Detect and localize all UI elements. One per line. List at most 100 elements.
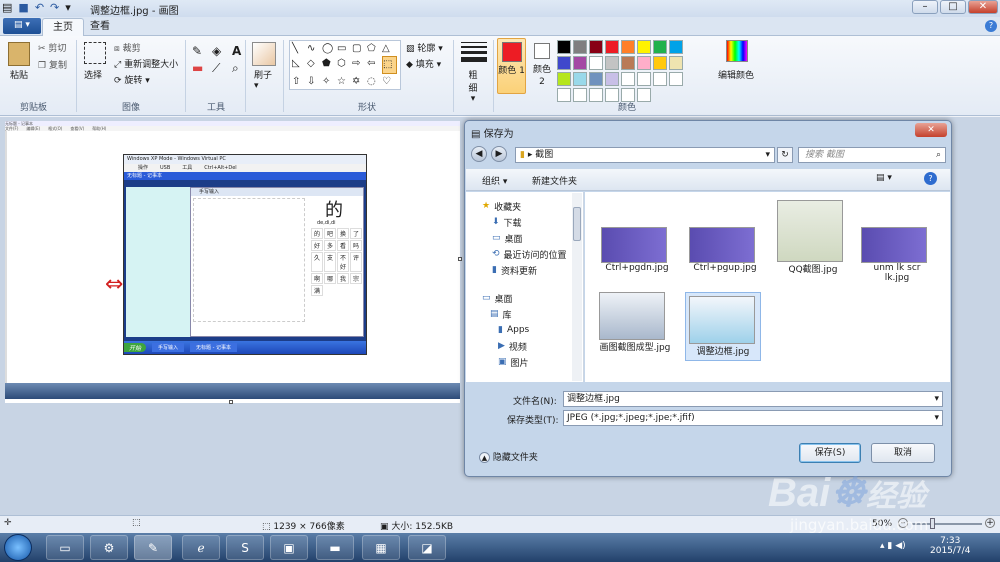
triangle-shape-icon[interactable]: △ xyxy=(382,41,397,56)
palette-swatch[interactable] xyxy=(653,56,667,70)
candidate-char[interactable]: 久 xyxy=(311,252,323,272)
copy-button[interactable]: ❐ 复制 xyxy=(38,58,67,71)
palette-swatch[interactable] xyxy=(621,56,635,70)
nav-item[interactable]: ⟲ 最近访问的位置 xyxy=(492,246,583,262)
app-icon[interactable]: ▤ xyxy=(2,1,12,14)
nav-item[interactable]: ▮ Apps xyxy=(498,322,583,338)
handwriting-pad[interactable] xyxy=(193,198,305,322)
save-button[interactable]: 保存(S) xyxy=(799,443,861,463)
file-item[interactable]: unm lk scr lk.jpg xyxy=(861,227,933,283)
brush-button[interactable]: 刷子 ▾ xyxy=(254,68,272,91)
star4-shape-icon[interactable]: ✧ xyxy=(322,74,337,89)
fill-button[interactable]: ◆ 填充 ▾ xyxy=(406,57,441,70)
nav-item[interactable]: ▣ 图片 xyxy=(498,354,583,370)
hexagon-shape-icon[interactable]: ⬡ xyxy=(337,56,352,73)
ie-icon[interactable]: ℯ xyxy=(182,535,220,560)
refresh-button[interactable]: ↻ xyxy=(777,147,793,163)
address-bar[interactable]: ▮ ▸ 截图 ▾ xyxy=(515,147,775,163)
forward-button[interactable]: ▶ xyxy=(491,146,507,162)
chevron-down-icon[interactable]: ▾ xyxy=(765,148,774,162)
pentagon-shape-icon[interactable]: ⬟ xyxy=(322,56,337,73)
text-icon[interactable]: A xyxy=(232,44,249,58)
arrow-down-shape-icon[interactable]: ⇩ xyxy=(307,74,322,89)
eraser-icon[interactable]: ▬ xyxy=(192,61,209,76)
paste-icon[interactable] xyxy=(8,42,30,66)
palette-swatch[interactable] xyxy=(605,88,619,102)
palette-swatch[interactable] xyxy=(637,72,651,86)
diamond-shape-icon[interactable]: ◇ xyxy=(307,56,322,73)
size-icon[interactable] xyxy=(461,42,487,62)
nav-item[interactable]: ▤ 库 xyxy=(490,306,583,322)
cut-button[interactable]: ✂ 剪切 xyxy=(38,41,66,54)
chevron-down-icon[interactable]: ▾ xyxy=(934,392,942,406)
canvas-resize-handle[interactable] xyxy=(229,400,233,404)
nav-item[interactable]: ⬇ 下载 xyxy=(492,214,583,230)
save-icon[interactable]: ■ xyxy=(18,1,28,14)
palette-swatch[interactable] xyxy=(605,40,619,54)
crop-button[interactable]: ⧈ 裁剪 xyxy=(114,41,141,54)
candidate-char[interactable]: 满 xyxy=(311,285,323,296)
candidate-char[interactable]: 不好 xyxy=(337,252,349,272)
canvas-resize-handle[interactable] xyxy=(458,257,462,261)
color1-button[interactable]: 颜色 1 xyxy=(497,38,526,94)
minimize-button[interactable]: – xyxy=(912,0,938,14)
palette-swatch[interactable] xyxy=(557,72,571,86)
magnifier-icon[interactable]: ⌕ xyxy=(232,61,249,76)
palette-swatch[interactable] xyxy=(605,56,619,70)
filename-input[interactable]: 调整边框.jpg ▾ xyxy=(563,391,943,407)
back-button[interactable]: ◀ xyxy=(471,146,487,162)
tab-home[interactable]: 主页 xyxy=(42,18,84,36)
edit-colors-button[interactable]: 编辑颜色 xyxy=(718,68,754,81)
search-input[interactable]: 搜索 截图 ⌕ xyxy=(798,147,946,163)
clock[interactable]: 7:33 2015/7/4 xyxy=(930,536,970,556)
shapes-gallery[interactable]: ╲ ∿ ◯ ▭ ▢ ⬠ △ ◺ ◇ ⬟ ⬡ ⇨ ⇦ ⬚ ⇧ ⇩ ✧ ☆ ✡ ◌ ♡ xyxy=(289,40,401,90)
oval-shape-icon[interactable]: ◯ xyxy=(322,41,337,56)
arrow-up-shape-icon[interactable]: ⇧ xyxy=(292,74,307,89)
palette-swatch[interactable] xyxy=(637,88,651,102)
line-shape-icon[interactable]: ╲ xyxy=(292,41,307,56)
palette-swatch[interactable] xyxy=(637,56,651,70)
explorer-icon[interactable]: ▭ xyxy=(46,535,84,560)
cancel-button[interactable]: 取消 xyxy=(871,443,935,463)
palette-swatch[interactable] xyxy=(669,72,683,86)
folder-icon[interactable]: ▬ xyxy=(316,535,354,560)
color-picker-icon[interactable]: ⟋ xyxy=(212,61,229,76)
heart-shape-icon[interactable]: ♡ xyxy=(382,74,397,89)
palette-swatch[interactable] xyxy=(589,72,603,86)
file-item[interactable]: Ctrl+pgup.jpg xyxy=(689,227,761,273)
nav-item[interactable]: ▭ 桌面 xyxy=(492,230,583,246)
maximize-button[interactable]: □ xyxy=(940,0,966,14)
fill-icon[interactable]: ◈ xyxy=(212,44,229,58)
palette-swatch[interactable] xyxy=(621,40,635,54)
candidate-char[interactable]: 我 xyxy=(337,273,349,284)
help-icon[interactable]: ? xyxy=(924,172,937,185)
brush-icon[interactable] xyxy=(252,42,276,66)
nav-item[interactable]: ★ 收藏夹 xyxy=(482,198,583,214)
select-icon[interactable] xyxy=(84,42,106,64)
candidate-char[interactable]: 评 xyxy=(350,252,362,272)
file-item[interactable]: QQ截图.jpg xyxy=(777,200,849,275)
nav-item[interactable]: ▶ 视频 xyxy=(498,338,583,354)
palette-swatch[interactable] xyxy=(573,72,587,86)
nav-item[interactable]: ▮ 资料更新 xyxy=(492,262,583,278)
start-button[interactable] xyxy=(4,534,32,561)
palette-swatch[interactable] xyxy=(653,40,667,54)
view-options-icon[interactable]: ▤ ▾ xyxy=(876,173,892,183)
candidate-char[interactable]: 换 xyxy=(337,228,349,239)
rect-shape-icon[interactable]: ▭ xyxy=(337,41,352,56)
drawing-canvas[interactable]: 无标题 - 记事本 文件(F) 编辑(E) 格式(O) 查看(V) 帮助(H) … xyxy=(5,121,460,403)
arrow-right-shape-icon[interactable]: ⇨ xyxy=(352,56,367,73)
right-triangle-shape-icon[interactable]: ◺ xyxy=(292,56,307,73)
palette-swatch[interactable] xyxy=(573,88,587,102)
candidate-char[interactable]: 的 xyxy=(311,228,323,239)
palette-swatch[interactable] xyxy=(557,88,571,102)
edit-colors-icon[interactable] xyxy=(726,40,748,62)
candidate-char[interactable]: 好 xyxy=(311,240,323,251)
virtual-pc-icon[interactable]: ▣ xyxy=(270,535,308,560)
palette-swatch[interactable] xyxy=(621,72,635,86)
filetype-select[interactable]: JPEG (*.jpg;*.jpeg;*.jpe;*.jfif) ▾ xyxy=(563,410,943,426)
roundrect-shape-icon[interactable]: ▢ xyxy=(352,41,367,56)
customize-icon[interactable]: ▾ xyxy=(65,1,71,14)
candidate-char[interactable]: 宗 xyxy=(350,273,362,284)
control-panel-icon[interactable]: ⚙ xyxy=(90,535,128,560)
